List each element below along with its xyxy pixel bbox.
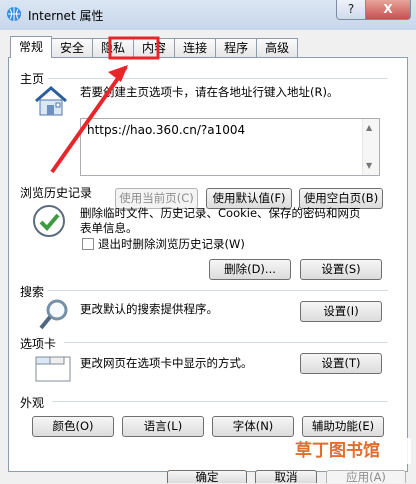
- cancel-button[interactable]: 取消: [255, 470, 317, 483]
- tabs-divider: [64, 342, 388, 343]
- colors-button[interactable]: 颜色(O): [32, 416, 114, 437]
- tab-privacy[interactable]: 隐私: [92, 38, 135, 57]
- watermark: 草丁图书馆: [295, 438, 411, 464]
- history-description-line2: 表单信息。: [80, 221, 138, 235]
- homepage-url-text: https://hao.360.cn/?a1004: [87, 123, 246, 137]
- search-magnifier-icon: [39, 299, 68, 330]
- tab-general[interactable]: 常规: [10, 36, 53, 58]
- tabs-description: 更改网页在选项卡中显示的方式。: [80, 356, 253, 370]
- languages-button[interactable]: 语言(L): [122, 416, 204, 437]
- tab-content[interactable]: 内容: [133, 38, 176, 57]
- search-divider: [48, 290, 388, 291]
- history-description-line1: 删除临时文件、历史记录、Cookie、保存的密码和网页: [80, 206, 361, 220]
- scroll-up-icon[interactable]: ▲: [366, 123, 372, 132]
- tabbed-browsing-icon: [35, 356, 71, 382]
- ok-button[interactable]: 确定: [167, 470, 247, 483]
- tab-advanced[interactable]: 高级: [256, 38, 299, 57]
- close-button[interactable]: X: [365, 0, 411, 20]
- search-settings-button[interactable]: 设置(I): [300, 301, 382, 322]
- search-description: 更改默认的搜索提供程序。: [80, 302, 218, 316]
- window-title: Internet 属性: [28, 9, 104, 23]
- delete-history-button[interactable]: 删除(D)...: [209, 259, 291, 280]
- homepage-url-field[interactable]: https://hao.360.cn/?a1004 ▲ ▼: [80, 118, 380, 176]
- tabs-settings-button[interactable]: 设置(T): [300, 353, 382, 374]
- tab-security[interactable]: 安全: [51, 38, 94, 57]
- delete-on-exit-checkbox[interactable]: [82, 238, 94, 250]
- history-section-label: 浏览历史记录: [20, 186, 93, 200]
- fonts-button[interactable]: 字体(N): [212, 416, 294, 437]
- homepage-description: 若要创建主页选项卡，请在各地址行键入地址(R)。: [80, 85, 339, 99]
- tab-connections[interactable]: 连接: [174, 38, 217, 57]
- accessibility-button[interactable]: 辅助功能(E): [302, 416, 384, 437]
- appearance-section-label: 外观: [20, 396, 45, 410]
- dialog-footer: 确定 取消 应用(A): [0, 470, 416, 483]
- apply-button[interactable]: 应用(A): [326, 470, 406, 483]
- home-icon: [35, 86, 67, 116]
- homepage-url-scrollbar[interactable]: ▲ ▼: [362, 119, 379, 175]
- delete-on-exit-label[interactable]: 退出时删除浏览历史记录(W): [98, 237, 245, 252]
- watermark-logo: 草丁图书馆: [295, 441, 380, 461]
- dialog-body: 常规 安全 隐私 内容 连接 程序 高级 主页 若要创建主页选项卡，请在各地址行…: [0, 30, 416, 483]
- appearance-divider: [52, 401, 388, 402]
- history-settings-button[interactable]: 设置(S): [300, 259, 382, 280]
- scroll-down-icon[interactable]: ▼: [366, 161, 372, 170]
- tab-strip: 常规 安全 隐私 内容 连接 程序 高级: [10, 36, 299, 58]
- internet-options-icon: [7, 7, 21, 21]
- tab-programs[interactable]: 程序: [215, 38, 258, 57]
- history-clock-icon: [33, 205, 65, 237]
- help-button[interactable]: ?: [336, 0, 366, 20]
- title-bar: Internet 属性 ? X: [0, 0, 416, 31]
- tabs-section-label: 选项卡: [20, 337, 57, 351]
- homepage-divider: [48, 78, 388, 79]
